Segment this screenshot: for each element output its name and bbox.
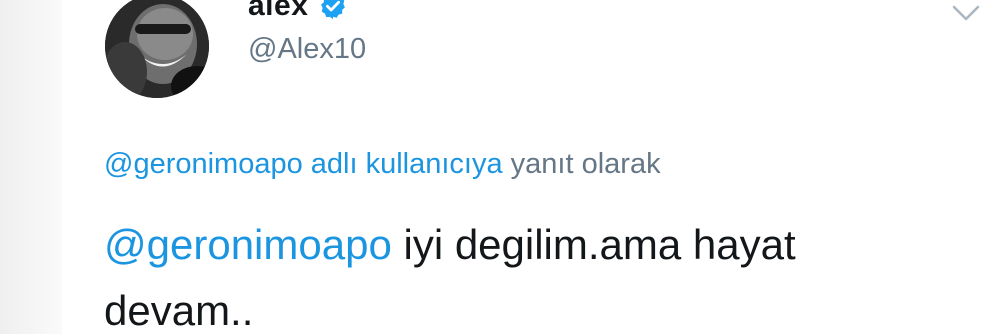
reply-context-suffix: yanıt olarak <box>510 148 661 180</box>
author-display-name[interactable]: alex <box>248 0 308 23</box>
tweet-mention[interactable]: @geronimoapo <box>104 221 392 268</box>
avatar[interactable] <box>105 0 209 98</box>
author-handle[interactable]: @Alex10 <box>248 33 366 66</box>
verified-badge-icon <box>318 0 348 21</box>
tweet-card: alex @Alex10 @geronimoapo adlı kullanıcı… <box>0 0 1003 334</box>
tweet-text: @geronimoapo iyi degilim.ama hayat devam… <box>104 212 924 334</box>
reply-context-mention[interactable]: @geronimoapo adlı kullanıcıya <box>104 148 503 180</box>
chevron-down-icon[interactable] <box>948 0 984 26</box>
reply-context: @geronimoapo adlı kullanıcıya yanıt olar… <box>104 148 661 181</box>
author-name-row: alex <box>248 0 348 26</box>
left-margin-shade <box>0 0 62 334</box>
